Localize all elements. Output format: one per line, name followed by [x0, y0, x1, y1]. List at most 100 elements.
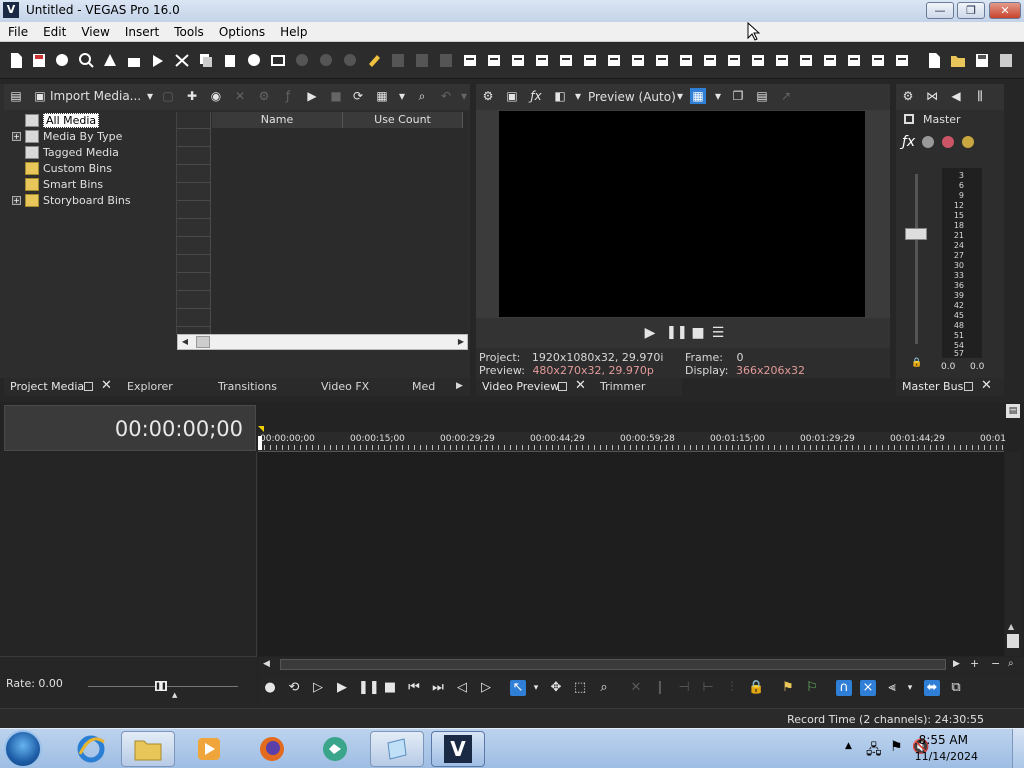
- previous-frame-icon[interactable]: ◁: [454, 680, 470, 696]
- undo-icon[interactable]: ↶: [438, 88, 454, 104]
- trim-icon[interactable]: [270, 52, 286, 69]
- tab-transitions[interactable]: Transitions: [218, 380, 277, 393]
- clock-date[interactable]: 11/14/2024: [915, 750, 978, 763]
- timeline-vertical-scroll[interactable]: ▲: [1005, 452, 1022, 656]
- minimize-button[interactable]: —: [926, 2, 954, 19]
- cut-icon[interactable]: [174, 52, 190, 69]
- notepad-icon[interactable]: [370, 731, 424, 767]
- column-header-name[interactable]: Name: [212, 112, 343, 128]
- tool-c-icon[interactable]: [438, 52, 454, 69]
- media-list[interactable]: Name Use Count: [176, 112, 468, 334]
- action-center-flag-icon[interactable]: ⚑: [890, 739, 903, 755]
- save-project-icon[interactable]: [31, 52, 47, 69]
- firefox-icon[interactable]: [245, 731, 299, 767]
- quality-dropdown-icon[interactable]: ▾: [672, 88, 688, 104]
- media-properties-icon[interactable]: ⚙: [256, 88, 272, 104]
- views-dropdown-icon[interactable]: ▾: [394, 88, 410, 104]
- split-screen-icon[interactable]: ◧: [552, 88, 568, 104]
- script-9-icon[interactable]: [654, 52, 670, 69]
- next-frame-icon[interactable]: ▷: [478, 680, 494, 696]
- lock-icon[interactable]: 🔒: [748, 680, 764, 696]
- tree-item-custom-bins[interactable]: Custom Bins: [12, 160, 112, 176]
- play-media-icon[interactable]: ▶: [304, 88, 320, 104]
- script-8-icon[interactable]: [630, 52, 646, 69]
- column-header-use-count[interactable]: Use Count: [343, 112, 463, 128]
- copy-snapshot-icon[interactable]: ❐: [730, 88, 746, 104]
- tab-undock-icon[interactable]: [84, 382, 93, 391]
- menu-view[interactable]: View: [81, 25, 109, 39]
- redo-icon[interactable]: [318, 52, 334, 69]
- media-horizontal-scrollbar[interactable]: ◀ ▶: [177, 334, 468, 350]
- overlays-grid-icon[interactable]: ▦: [690, 88, 706, 104]
- undo-media-icon[interactable]: [54, 52, 70, 69]
- tab-project-media[interactable]: Project Media: [10, 380, 84, 393]
- tab-video-fx[interactable]: Video FX: [321, 380, 369, 393]
- windows-start-button[interactable]: [4, 730, 42, 768]
- script-12-icon[interactable]: [726, 52, 742, 69]
- get-media-icon[interactable]: ✚: [184, 88, 200, 104]
- mute-icon[interactable]: [942, 136, 954, 148]
- menu-insert[interactable]: Insert: [125, 25, 159, 39]
- marker-bar-icon[interactable]: ▤: [1006, 404, 1020, 418]
- scroll-right-icon[interactable]: ▶: [454, 335, 468, 349]
- script-19-icon[interactable]: [894, 52, 910, 69]
- normal-edit-tool-icon[interactable]: ↖: [510, 680, 526, 696]
- remove-media-icon[interactable]: ✕: [232, 88, 248, 104]
- tab-master-bus[interactable]: Master Bus: [902, 380, 963, 393]
- master-toggle-icon[interactable]: [904, 114, 914, 124]
- views-icon[interactable]: ▦: [374, 88, 390, 104]
- tree-item-all-media[interactable]: All Media: [12, 112, 100, 128]
- app-green-icon[interactable]: [308, 731, 362, 767]
- render-icon[interactable]: [126, 52, 142, 69]
- zoom-in-icon[interactable]: +: [970, 657, 979, 670]
- internet-explorer-icon[interactable]: [64, 731, 118, 767]
- delete-tool-icon[interactable]: ✕: [628, 680, 644, 696]
- insert-region-icon[interactable]: ⚐: [804, 680, 820, 696]
- downmix-icon[interactable]: ⋈: [924, 88, 940, 104]
- master-settings-icon[interactable]: ⚙: [900, 88, 916, 104]
- timeline-ruler[interactable]: 00:00:00;00 00:00:15;00 00:00:29;29 00:0…: [258, 432, 1006, 452]
- zoom-tool-icon[interactable]: ⌕: [596, 680, 612, 696]
- script-4-icon[interactable]: [534, 52, 550, 69]
- script-15-icon[interactable]: [798, 52, 814, 69]
- preview-extra-icon[interactable]: ↗: [778, 88, 794, 104]
- fader-lock-icon[interactable]: 🔒: [911, 358, 922, 368]
- import-media-button[interactable]: Import Media...: [50, 89, 141, 103]
- script-10-icon[interactable]: [678, 52, 694, 69]
- external-monitor-icon[interactable]: ▣: [504, 88, 520, 104]
- export-icon[interactable]: [150, 52, 166, 69]
- tree-item-media-by-type[interactable]: + Media By Type: [12, 128, 122, 144]
- import-media-icon[interactable]: ▣: [32, 88, 48, 104]
- solo-icon[interactable]: [962, 136, 974, 148]
- overlays-dropdown-icon[interactable]: ▾: [710, 88, 726, 104]
- capture-icon[interactable]: ▢: [160, 88, 176, 104]
- new-project-icon[interactable]: [8, 52, 24, 69]
- play-icon[interactable]: ▶: [334, 680, 350, 696]
- tool-b-icon[interactable]: [414, 52, 430, 69]
- script-2-icon[interactable]: [486, 52, 502, 69]
- vscroll-thumb[interactable]: [1007, 634, 1019, 648]
- record-icon[interactable]: ●: [262, 680, 278, 696]
- file-explorer-icon[interactable]: [121, 731, 175, 767]
- hscroll-thumb[interactable]: [280, 659, 946, 670]
- new-file-icon[interactable]: [926, 52, 942, 69]
- menu-options[interactable]: Options: [219, 25, 265, 39]
- vegas-taskbar-icon[interactable]: V: [431, 731, 485, 767]
- expand-icon[interactable]: +: [12, 195, 21, 205]
- script-7-icon[interactable]: [606, 52, 622, 69]
- vscroll-up-icon[interactable]: ▲: [1008, 622, 1014, 631]
- timecode-display[interactable]: 00:00:00;00: [4, 405, 256, 451]
- media-fx-icon[interactable]: ƒ: [280, 88, 296, 104]
- script-5-icon[interactable]: [558, 52, 574, 69]
- open-folder-icon[interactable]: [950, 52, 966, 69]
- snapshot-icon[interactable]: [366, 52, 382, 69]
- tree-item-tagged-media[interactable]: Tagged Media: [12, 144, 119, 160]
- trim-start-icon[interactable]: ⊣: [676, 680, 692, 696]
- go-to-end-icon[interactable]: ⏭: [430, 680, 446, 696]
- go-to-start-icon[interactable]: ⏮: [406, 680, 422, 696]
- envelope-tool-icon[interactable]: ✥: [548, 680, 564, 696]
- undo-icon[interactable]: [294, 52, 310, 69]
- menu-help[interactable]: Help: [280, 25, 307, 39]
- zoom-tool-icon[interactable]: ⌕: [1008, 658, 1014, 669]
- auto-crossfade-icon[interactable]: ⨯: [860, 680, 876, 696]
